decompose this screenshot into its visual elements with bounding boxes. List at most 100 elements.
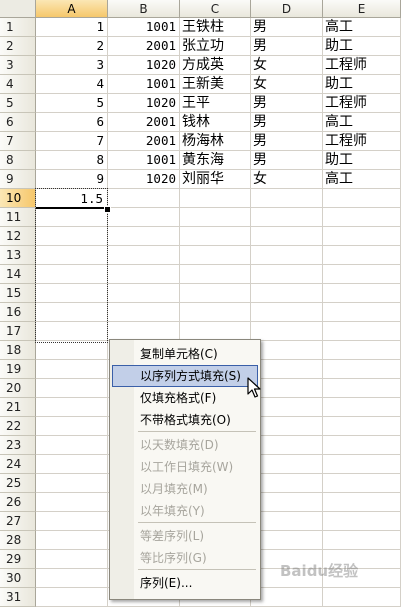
row-header-24[interactable]: 24 [0,455,36,474]
cell-a25[interactable] [36,474,108,493]
row-header-28[interactable]: 28 [0,531,36,550]
cell-a29[interactable] [36,550,108,569]
row-header-22[interactable]: 22 [0,417,36,436]
cell-b2[interactable]: 2001 [108,37,180,56]
cell-d10[interactable] [251,189,323,208]
cell-a3[interactable]: 3 [36,56,108,75]
cell-a11[interactable] [36,208,108,227]
cell-d19[interactable] [251,360,323,379]
cell-b5[interactable]: 1020 [108,94,180,113]
cell-c15[interactable] [180,284,251,303]
cell-d12[interactable] [251,227,323,246]
cell-d14[interactable] [251,265,323,284]
cell-d9[interactable]: 女 [251,170,323,189]
row-header-26[interactable]: 26 [0,493,36,512]
column-header-a[interactable]: A [36,0,108,18]
cell-e7[interactable]: 工程师 [323,132,401,151]
cell-e27[interactable] [323,512,401,531]
cell-e15[interactable] [323,284,401,303]
cell-a17[interactable] [36,322,108,341]
cell-e4[interactable]: 助工 [323,75,401,94]
cell-c3[interactable]: 方成英 [180,56,251,75]
cell-a19[interactable] [36,360,108,379]
row-header-1[interactable]: 1 [0,18,36,37]
select-all-corner[interactable] [0,0,36,18]
cell-e3[interactable]: 工程师 [323,56,401,75]
row-header-9[interactable]: 9 [0,170,36,189]
cell-a12[interactable] [36,227,108,246]
cell-b3[interactable]: 1020 [108,56,180,75]
cell-e13[interactable] [323,246,401,265]
cell-d31[interactable] [251,588,323,607]
cell-e23[interactable] [323,436,401,455]
cell-e16[interactable] [323,303,401,322]
cell-e31[interactable] [323,588,401,607]
row-header-29[interactable]: 29 [0,550,36,569]
cell-a23[interactable] [36,436,108,455]
cell-d1[interactable]: 男 [251,18,323,37]
cell-a30[interactable] [36,569,108,588]
cell-c10[interactable] [180,189,251,208]
row-header-25[interactable]: 25 [0,474,36,493]
row-header-30[interactable]: 30 [0,569,36,588]
cell-c4[interactable]: 王新美 [180,75,251,94]
cell-d21[interactable] [251,398,323,417]
cell-d20[interactable] [251,379,323,398]
cell-e6[interactable]: 高工 [323,113,401,132]
cell-b7[interactable]: 2001 [108,132,180,151]
cell-a22[interactable] [36,417,108,436]
row-header-19[interactable]: 19 [0,360,36,379]
cell-c5[interactable]: 王平 [180,94,251,113]
row-header-17[interactable]: 17 [0,322,36,341]
column-header-e[interactable]: E [323,0,401,18]
cell-e25[interactable] [323,474,401,493]
menu-item-11[interactable]: 序列(E)... [112,572,258,594]
cell-c12[interactable] [180,227,251,246]
menu-item-1[interactable]: 复制单元格(C) [112,343,258,365]
row-header-2[interactable]: 2 [0,37,36,56]
cell-d11[interactable] [251,208,323,227]
cell-c7[interactable]: 杨海林 [180,132,251,151]
cell-b6[interactable]: 2001 [108,113,180,132]
cell-e20[interactable] [323,379,401,398]
column-header-d[interactable]: D [251,0,323,18]
row-header-10[interactable]: 10 [0,189,36,208]
cell-a31[interactable] [36,588,108,607]
row-header-5[interactable]: 5 [0,94,36,113]
cell-e14[interactable] [323,265,401,284]
cell-e5[interactable]: 工程师 [323,94,401,113]
cell-e8[interactable]: 助工 [323,151,401,170]
cell-d26[interactable] [251,493,323,512]
cell-e2[interactable]: 助工 [323,37,401,56]
cell-d2[interactable]: 男 [251,37,323,56]
row-header-16[interactable]: 16 [0,303,36,322]
row-header-20[interactable]: 20 [0,379,36,398]
cell-b11[interactable] [108,208,180,227]
cell-d5[interactable]: 男 [251,94,323,113]
cell-b8[interactable]: 1001 [108,151,180,170]
row-header-27[interactable]: 27 [0,512,36,531]
cell-d3[interactable]: 女 [251,56,323,75]
row-header-11[interactable]: 11 [0,208,36,227]
cell-d7[interactable]: 男 [251,132,323,151]
cell-a16[interactable] [36,303,108,322]
cell-a9[interactable]: 9 [36,170,108,189]
cell-b13[interactable] [108,246,180,265]
cell-a7[interactable]: 7 [36,132,108,151]
cell-b1[interactable]: 1001 [108,18,180,37]
cell-a15[interactable] [36,284,108,303]
fill-handle[interactable] [104,206,111,213]
cell-e17[interactable] [323,322,401,341]
row-header-21[interactable]: 21 [0,398,36,417]
menu-item-2[interactable]: 以序列方式填充(S) [112,365,258,387]
cell-d25[interactable] [251,474,323,493]
cell-d24[interactable] [251,455,323,474]
cell-a28[interactable] [36,531,108,550]
cell-e9[interactable]: 高工 [323,170,401,189]
cell-d6[interactable]: 男 [251,113,323,132]
cell-c2[interactable]: 张立功 [180,37,251,56]
cell-e11[interactable] [323,208,401,227]
cell-b16[interactable] [108,303,180,322]
cell-b10[interactable] [108,189,180,208]
cell-d28[interactable] [251,531,323,550]
